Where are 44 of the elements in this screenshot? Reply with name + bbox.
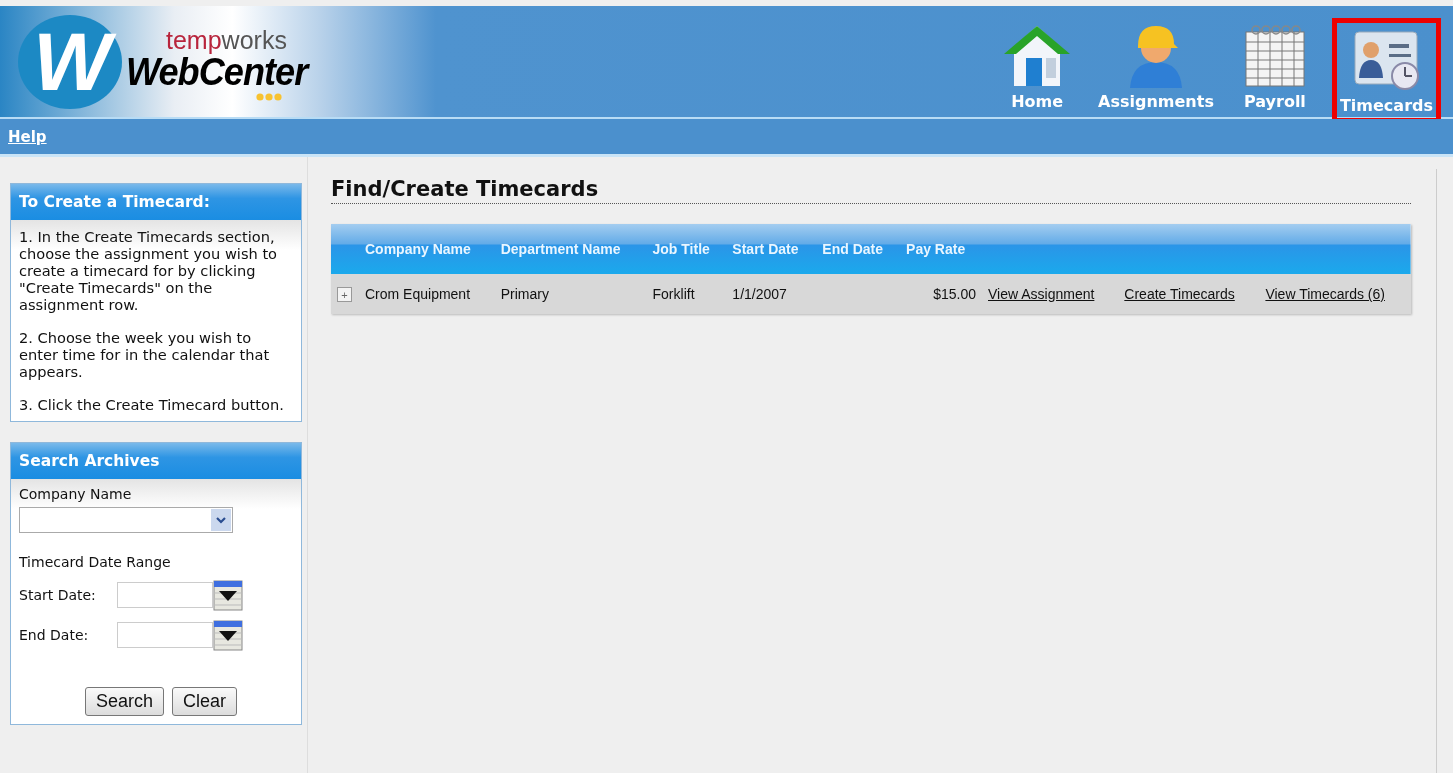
logo-letter: W [18, 14, 122, 109]
logo-dots-icon [256, 92, 282, 101]
calendar-picker-icon[interactable] [213, 619, 243, 651]
calendar-picker-icon[interactable] [213, 579, 243, 611]
nav-tab[interactable]: Timecards [1331, 18, 1441, 123]
logo-brand-text: tempworks [166, 28, 288, 54]
column-header: End Date [816, 224, 901, 274]
dropdown-chevron-icon [211, 509, 231, 531]
form-button[interactable]: Search [84, 687, 164, 716]
row-link[interactable]: View Assignment [988, 286, 1095, 302]
column-header: Start Date [726, 224, 817, 274]
id-card-clock-icon [1351, 28, 1422, 92]
table-cell: 1/1/2007 [732, 286, 787, 302]
table-cell: Primary [500, 286, 549, 302]
panel-title: Search Archives [11, 443, 301, 479]
help-link[interactable]: Help [8, 127, 47, 146]
row-link[interactable]: View Timecards (6) [1265, 286, 1385, 302]
expand-toggle[interactable]: + [337, 287, 352, 303]
table-cell: Crom Equipment [365, 286, 471, 302]
column-header: Job Title [646, 224, 727, 274]
column-header: Pay Rate [900, 224, 982, 274]
nav-tab[interactable]: Payroll [1237, 18, 1312, 117]
field-label: Company Name [19, 485, 133, 503]
column-header: Department Name [494, 224, 647, 274]
instruction-step: 3. Click the Create Timecard button. [19, 396, 293, 413]
nav-tab[interactable]: Assignments [1094, 16, 1218, 117]
house-icon [1004, 24, 1071, 88]
logo-product-name: WebCenter [126, 53, 308, 93]
instruction-step: 2. Choose the week you wish to enter time for in the calendar that appears. [19, 329, 293, 380]
start-date-field[interactable] [117, 582, 213, 608]
table-cell: $15.00 [933, 286, 976, 302]
field-label: End Date: [19, 627, 90, 643]
nav-tab[interactable]: Home [1000, 18, 1075, 117]
panel-title: To Create a Timecard: [11, 184, 301, 220]
form-button[interactable]: Clear [172, 687, 238, 716]
field-label: Start Date: [19, 587, 97, 603]
row-link[interactable]: Create Timecards [1124, 286, 1235, 302]
instruction-step: 1. In the Create Timecards section, choose the assignment you wish to create a timecard for by clicking "Create Timecards" on the assignment row. [19, 228, 293, 313]
page-title: Find/Create Timecards [331, 177, 1411, 204]
field-label: Timecard Date Range [19, 553, 172, 571]
table-cell: Forklift [652, 286, 695, 302]
company-select[interactable] [19, 507, 233, 533]
end-date-field[interactable] [117, 622, 213, 648]
column-header: Company Name [359, 224, 495, 274]
